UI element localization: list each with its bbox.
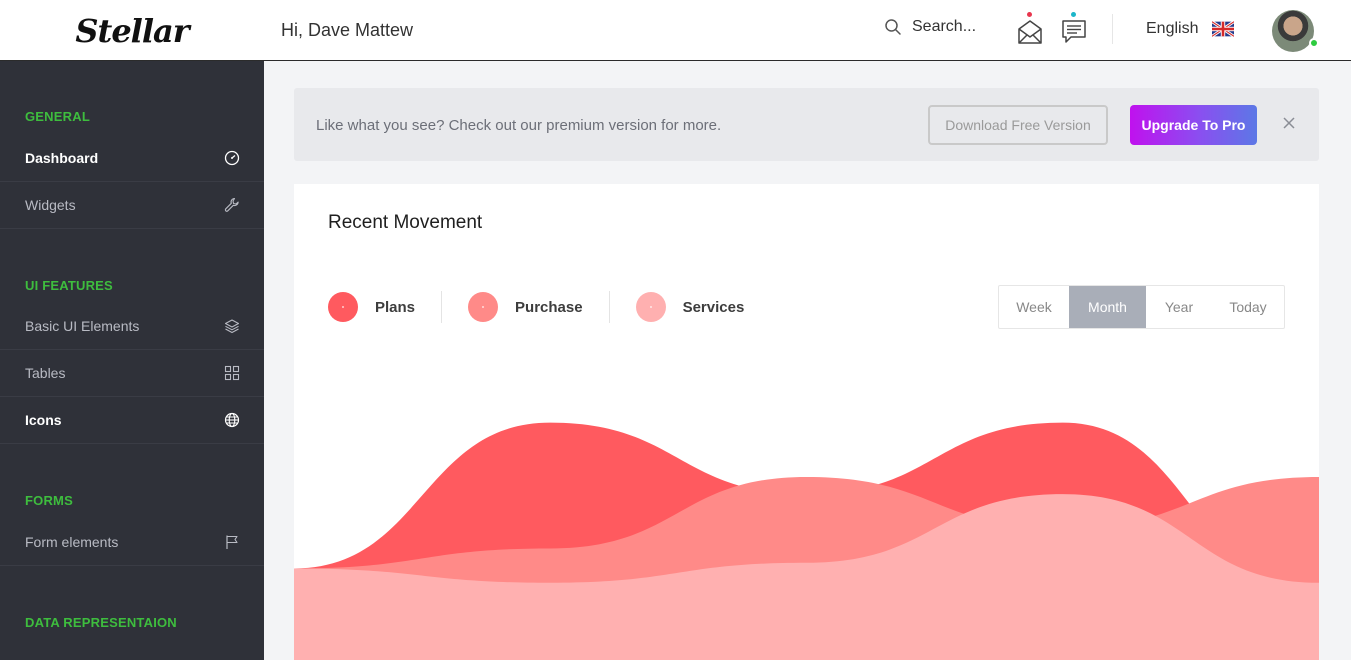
area-chart xyxy=(294,422,1319,660)
download-free-version-button[interactable]: Download Free Version xyxy=(928,105,1108,145)
legend-item-plans[interactable]: Plans xyxy=(328,291,443,323)
header-divider xyxy=(1112,14,1113,44)
sidebar-section-forms: FORMS xyxy=(25,493,73,508)
premium-banner: Like what you see? Check out our premium… xyxy=(294,88,1319,161)
chart-legend: Plans Purchase Services xyxy=(328,291,796,323)
wrench-icon xyxy=(224,197,239,212)
language-label: English xyxy=(1146,20,1199,37)
greeting-text: Hi, Dave Mattew xyxy=(281,20,414,40)
uk-flag-icon xyxy=(1212,21,1235,37)
sidebar-item-dashboard[interactable]: Dashboard xyxy=(0,135,264,182)
recent-movement-card: Recent Movement Plans Purchase Services … xyxy=(294,184,1319,660)
sidebar: GENERAL Dashboard Widgets UI FEATURES Ba… xyxy=(0,61,264,660)
sidebar-item-label: Tables xyxy=(25,365,66,381)
search-box[interactable]: Search... xyxy=(884,18,976,36)
chat-icon xyxy=(1062,20,1086,43)
mail-button[interactable] xyxy=(1017,12,1043,44)
sidebar-item-basic-ui-elements[interactable]: Basic UI Elements xyxy=(0,303,264,350)
brand-logo[interactable]: Stellar xyxy=(0,0,264,61)
sidebar-item-tables[interactable]: Tables xyxy=(0,350,264,397)
sidebar-item-widgets[interactable]: Widgets xyxy=(0,182,264,229)
sidebar-section-data-representation: DATA REPRESENTAION xyxy=(25,615,177,630)
tab-week[interactable]: Week xyxy=(999,286,1069,328)
legend-label: Purchase xyxy=(515,298,583,316)
tab-month[interactable]: Month xyxy=(1069,286,1146,328)
search-placeholder: Search... xyxy=(912,18,977,35)
grid-icon xyxy=(224,365,240,381)
sidebar-item-label: Form elements xyxy=(25,534,119,550)
sidebar-item-icons[interactable]: Icons xyxy=(0,397,264,444)
legend-swatch xyxy=(468,292,499,322)
sidebar-section-ui-features: UI FEATURES xyxy=(25,278,113,293)
card-title: Recent Movement xyxy=(328,212,483,233)
sidebar-item-label: Icons xyxy=(25,412,62,428)
banner-message: Like what you see? Check out our premium… xyxy=(316,117,722,134)
sidebar-item-form-elements[interactable]: Form elements xyxy=(0,519,264,566)
flag-icon xyxy=(226,535,238,549)
speedometer-icon xyxy=(224,150,240,166)
legend-item-purchase[interactable]: Purchase xyxy=(468,291,610,323)
sidebar-item-label: Basic UI Elements xyxy=(25,318,140,334)
legend-label: Plans xyxy=(375,298,416,316)
tab-year[interactable]: Year xyxy=(1146,286,1212,328)
layers-icon xyxy=(224,319,240,334)
globe-icon xyxy=(224,412,240,428)
search-icon xyxy=(885,19,901,35)
avatar[interactable] xyxy=(1272,10,1314,52)
mail-notification-dot xyxy=(1027,12,1032,17)
close-icon[interactable] xyxy=(1281,115,1297,131)
tab-today[interactable]: Today xyxy=(1212,286,1284,328)
sidebar-item-label: Dashboard xyxy=(25,150,99,166)
top-navbar: Stellar Hi, Dave Mattew Search... Englis… xyxy=(0,0,1351,61)
upgrade-to-pro-button[interactable]: Upgrade To Pro xyxy=(1130,105,1257,145)
chat-notification-dot xyxy=(1071,12,1076,17)
language-selector[interactable]: English xyxy=(1146,20,1235,38)
legend-swatch xyxy=(635,292,666,322)
brand-name: Stellar xyxy=(75,11,189,50)
legend-item-services[interactable]: Services xyxy=(635,291,771,323)
sidebar-item-label: Widgets xyxy=(25,197,76,213)
mail-icon xyxy=(1018,20,1042,44)
online-status-indicator xyxy=(1309,38,1319,48)
legend-label: Services xyxy=(682,298,745,316)
period-toggle: Week Month Year Today xyxy=(998,285,1285,329)
sidebar-section-general: GENERAL xyxy=(25,109,90,124)
legend-swatch xyxy=(328,292,358,322)
chat-button[interactable] xyxy=(1061,12,1087,44)
